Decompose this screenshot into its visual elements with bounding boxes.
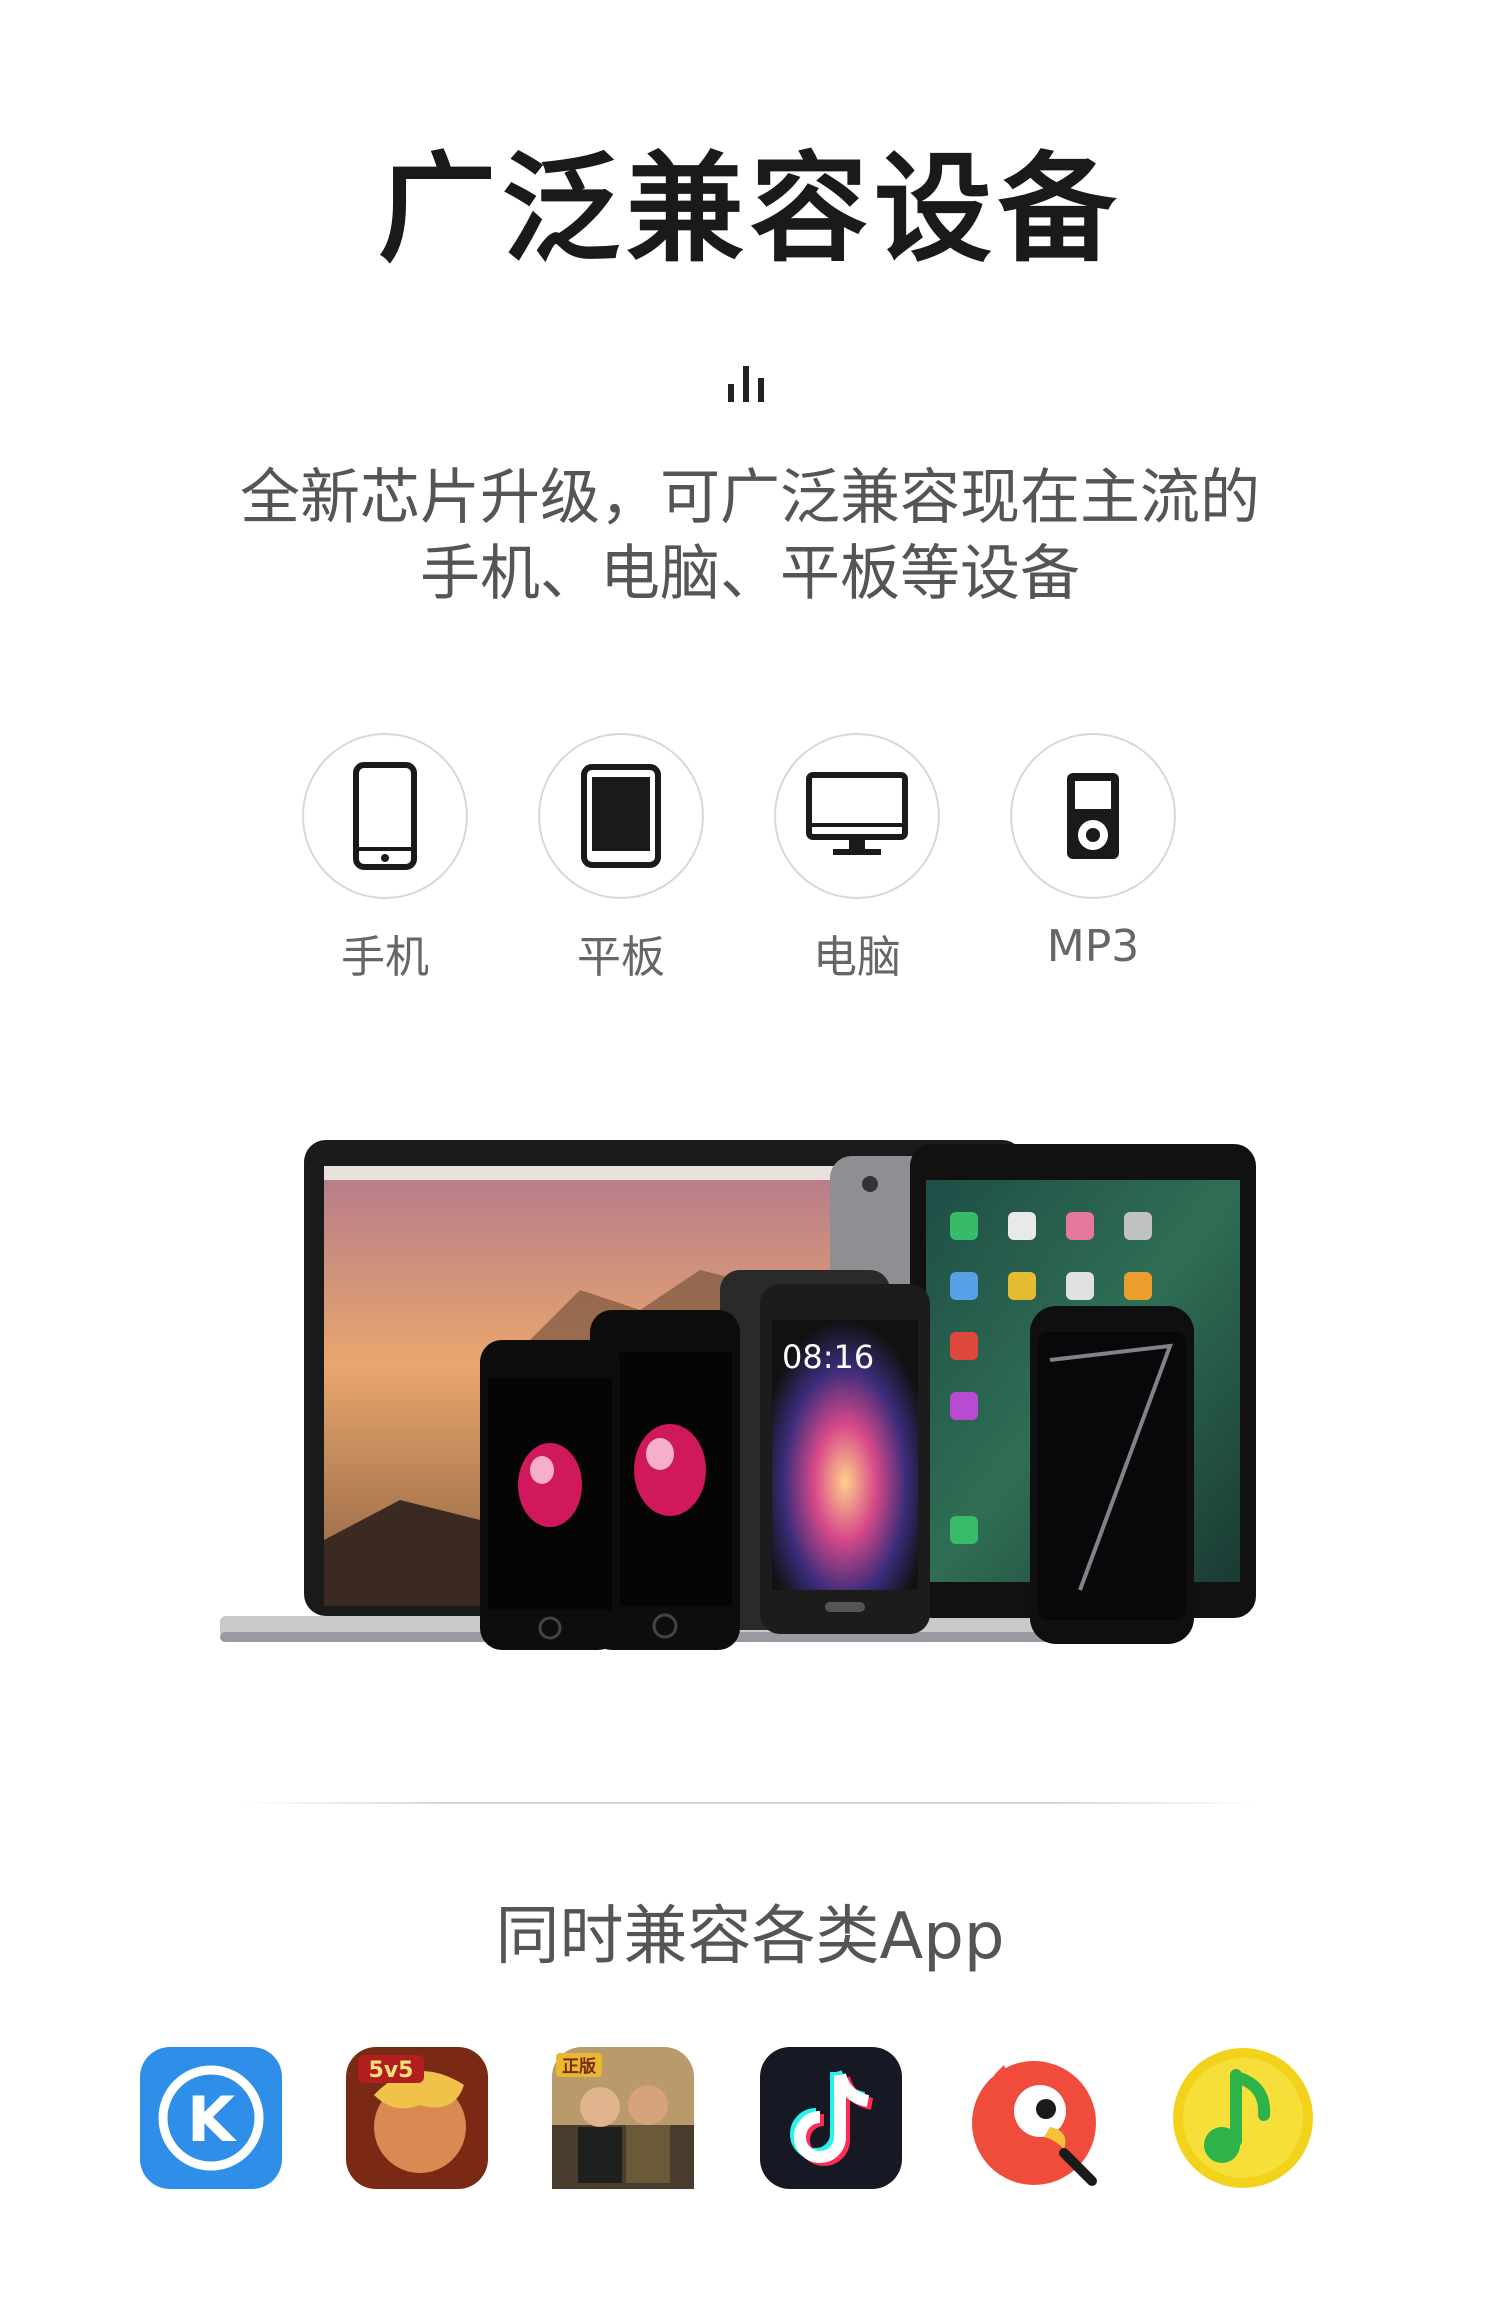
monitor-icon-circle	[774, 733, 940, 899]
device-mp3: MP3	[1008, 733, 1178, 972]
device-tablet: 平板	[536, 733, 706, 985]
device-computer: 电脑	[772, 733, 942, 985]
kugou-badge: K	[187, 2083, 237, 2156]
section-divider	[240, 1802, 1260, 1804]
device-label: 电脑	[813, 932, 901, 983]
pubg-app-icon: 正版	[552, 2047, 694, 2189]
device-label: 平板	[577, 932, 665, 983]
device-label: MP3	[1046, 921, 1140, 972]
compatible-devices-illustration: 08:16	[220, 1140, 1256, 1650]
samsung-phone-illustration	[1030, 1306, 1194, 1644]
qq-music-app-icon	[1173, 2048, 1313, 2188]
android-phone-illustration: 08:16	[720, 1270, 930, 1634]
phone-icon-circle	[302, 733, 468, 899]
device-category-row: 手机 平板 电脑 MP3	[300, 733, 1200, 993]
product-detail-page: 广泛兼容设备 全新芯片升级，可广泛兼容现在主流的 手机、电脑、平板等设备 手机	[0, 0, 1500, 2322]
kuwo-app-icon	[972, 2061, 1097, 2186]
subtitle-line-1: 全新芯片升级，可广泛兼容现在主流的	[240, 463, 1260, 533]
monitor-icon	[806, 772, 908, 855]
phone-icon	[353, 762, 417, 870]
kugou-app-icon: K	[140, 2047, 282, 2189]
mp3-player-icon-circle	[1010, 733, 1176, 899]
page-title: 广泛兼容设备	[377, 140, 1122, 278]
honor-of-kings-badge: 5v5	[369, 2058, 414, 2083]
mp3-player-icon	[1067, 773, 1119, 859]
compatible-apps-row: K 5v5 正版	[130, 2045, 1370, 2205]
apps-section-title: 同时兼容各类App	[495, 1900, 1005, 1974]
phone-clock: 08:16	[782, 1338, 874, 1376]
pubg-badge: 正版	[562, 2056, 596, 2077]
honor-of-kings-app-icon: 5v5	[346, 2047, 488, 2189]
device-phone: 手机	[300, 733, 470, 985]
tiktok-app-icon	[760, 2047, 902, 2189]
tablet-icon-circle	[538, 733, 704, 899]
iphone-pair-illustration	[480, 1310, 740, 1650]
equalizer-icon	[728, 366, 764, 402]
page-subtitle: 全新芯片升级，可广泛兼容现在主流的 手机、电脑、平板等设备	[0, 460, 1500, 612]
device-label: 手机	[341, 932, 429, 983]
subtitle-line-2: 手机、电脑、平板等设备	[420, 539, 1080, 609]
tablet-icon	[581, 764, 661, 868]
